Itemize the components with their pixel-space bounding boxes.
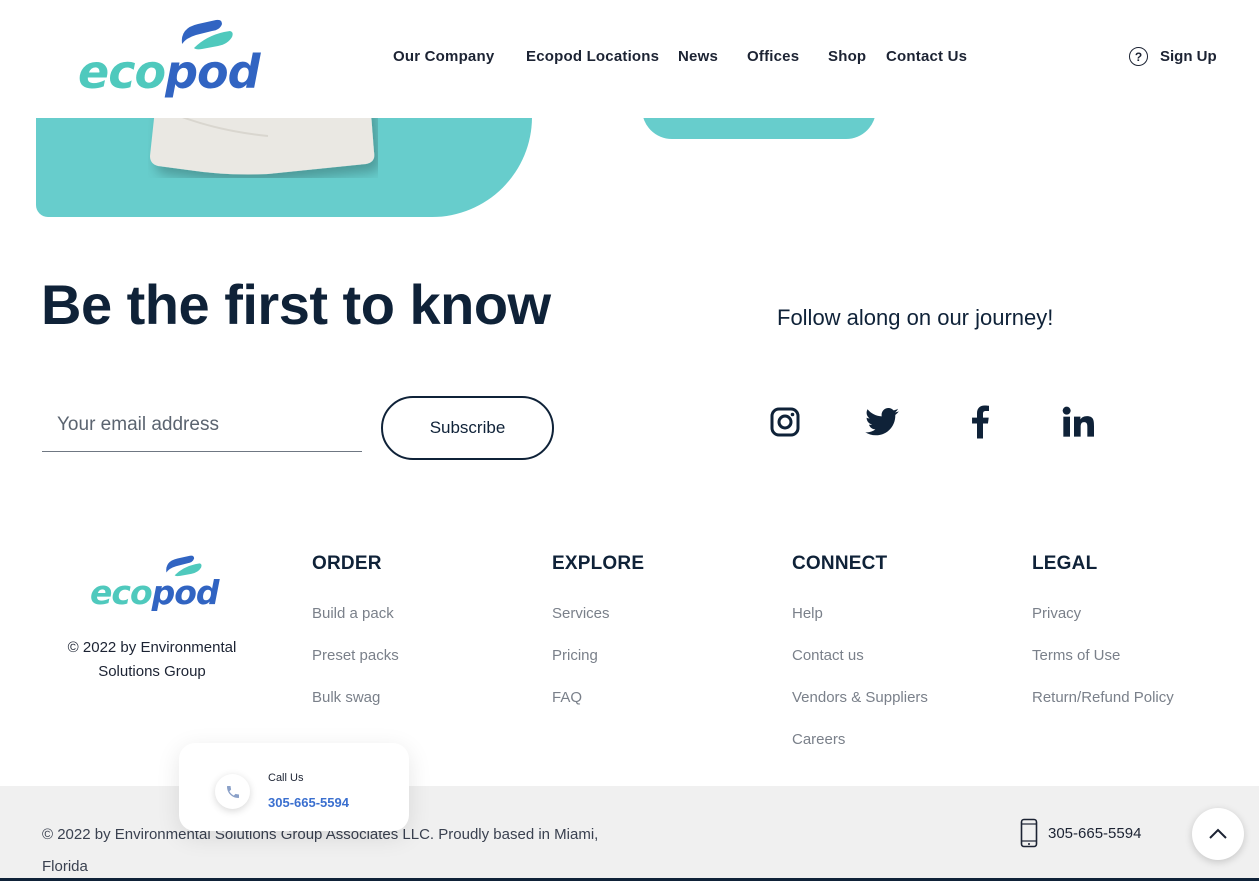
linkedin-icon[interactable] [1061,404,1095,440]
bottom-phone-number: 305-665-5594 [1048,824,1142,842]
footer-link-bulk-swag[interactable]: Bulk swag [312,689,399,731]
instagram-icon[interactable] [768,404,802,440]
logo-wordmark: ecopod [78,45,261,99]
footer-logo[interactable]: ecopod [90,553,220,615]
column-title: EXPLORE [552,553,645,574]
call-us-widget[interactable]: Call Us 305-665-5594 [179,743,409,831]
nav-shop[interactable]: Shop [828,48,866,65]
footer-link-vendors-suppliers[interactable]: Vendors & Suppliers [792,689,928,731]
nav-news[interactable]: News [678,48,718,65]
column-title: ORDER [312,553,382,574]
footer-link-help[interactable]: Help [792,605,928,647]
column-title: LEGAL [1032,553,1098,574]
nav-ecopod-locations[interactable]: Ecopod Locations [526,48,659,65]
footer-copyright: © 2022 by Environmental Solutions Group [67,639,237,680]
nav-our-company[interactable]: Our Company [393,48,494,65]
footer-link-faq[interactable]: FAQ [552,689,644,731]
sign-up-button[interactable]: ? Sign Up [1129,47,1217,66]
site-header: ecopod Our Company Ecopod Locations News… [0,0,1259,118]
bottom-phone[interactable]: 305-665-5594 [1020,818,1141,848]
call-us-number[interactable]: 305-665-5594 [268,795,349,810]
nav-offices[interactable]: Offices [747,48,799,65]
footer-column-explore: EXPLORE Services Pricing FAQ [552,553,644,731]
subscribe-button[interactable]: Subscribe [381,396,554,460]
footer-link-terms-of-use[interactable]: Terms of Use [1032,647,1174,689]
footer-column-connect: CONNECT Help Contact us Vendors & Suppli… [792,553,928,773]
footer-link-pricing[interactable]: Pricing [552,647,644,689]
mobile-phone-icon [1020,818,1038,848]
site-logo[interactable]: ecopod [78,14,261,104]
footer-column-order: ORDER Build a pack Preset packs Bulk swa… [312,553,399,731]
twitter-icon[interactable] [865,404,899,440]
phone-icon [215,774,250,809]
back-to-top-button[interactable] [1192,808,1244,860]
footer-link-contact-us[interactable]: Contact us [792,647,928,689]
follow-heading: Follow along on our journey! [777,305,1054,330]
call-us-label: Call Us [268,772,304,784]
column-title: CONNECT [792,553,888,574]
footer-link-careers[interactable]: Careers [792,731,928,773]
footer-link-preset-packs[interactable]: Preset packs [312,647,399,689]
chevron-up-icon [1209,828,1227,839]
nav-contact-us[interactable]: Contact Us [886,48,967,65]
footer-link-services[interactable]: Services [552,605,644,647]
footer-link-return-refund-policy[interactable]: Return/Refund Policy [1032,689,1174,731]
facebook-icon[interactable] [963,404,997,440]
sign-up-label: Sign Up [1160,48,1217,65]
newsletter-headline: Be the first to know [41,273,551,336]
footer-link-privacy[interactable]: Privacy [1032,605,1174,647]
footer-link-build-a-pack[interactable]: Build a pack [312,605,399,647]
email-input[interactable] [42,398,362,452]
footer-column-legal: LEGAL Privacy Terms of Use Return/Refund… [1032,553,1174,731]
help-circle-icon: ? [1129,47,1148,66]
logo-wordmark: ecopod [90,573,220,612]
